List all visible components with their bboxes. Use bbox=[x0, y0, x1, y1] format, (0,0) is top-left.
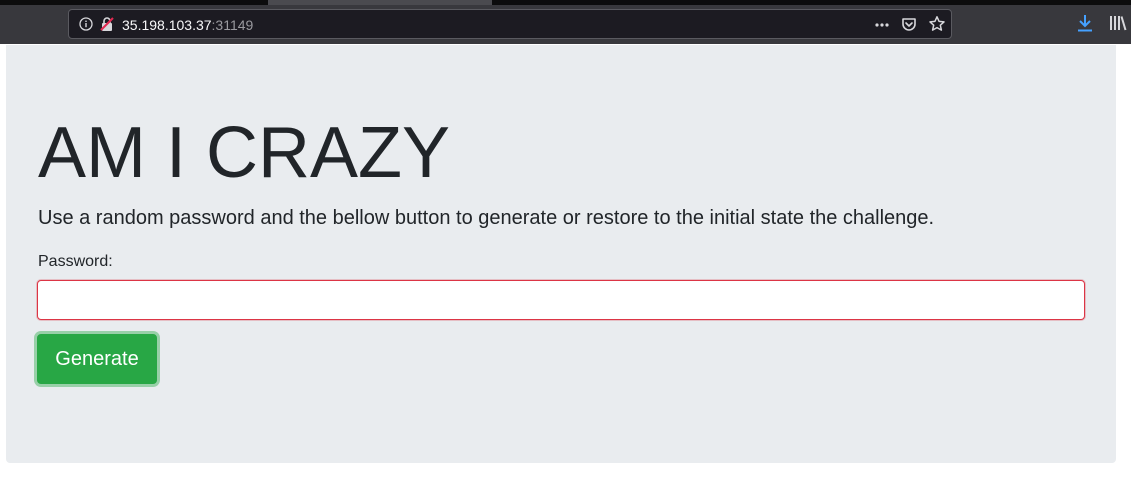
url-host: 35.198.103.37 bbox=[122, 17, 212, 33]
page-title: AM I CRAZY bbox=[38, 113, 451, 193]
password-label: Password: bbox=[38, 253, 113, 270]
url-bar[interactable]: 35.198.103.37:31149 bbox=[68, 9, 952, 39]
info-icon[interactable] bbox=[79, 17, 93, 31]
generate-button[interactable]: Generate bbox=[37, 334, 157, 384]
url-text[interactable]: 35.198.103.37:31149 bbox=[122, 17, 253, 33]
jumbotron: AM I CRAZY Use a random password and the… bbox=[6, 45, 1116, 463]
insecure-connection-icon[interactable] bbox=[99, 16, 115, 32]
url-port: :31149 bbox=[211, 17, 254, 33]
download-icon[interactable] bbox=[1077, 14, 1093, 32]
pocket-icon[interactable] bbox=[901, 16, 917, 32]
browser-toolbar: 35.198.103.37:31149 bbox=[0, 0, 1131, 44]
tab-strip bbox=[0, 0, 1131, 5]
bookmark-star-icon[interactable] bbox=[928, 15, 946, 33]
lead-text: Use a random password and the bellow but… bbox=[38, 207, 935, 229]
password-input[interactable] bbox=[37, 280, 1085, 320]
library-icon[interactable] bbox=[1109, 15, 1127, 31]
more-icon[interactable] bbox=[874, 17, 890, 33]
active-tab[interactable] bbox=[268, 0, 492, 5]
